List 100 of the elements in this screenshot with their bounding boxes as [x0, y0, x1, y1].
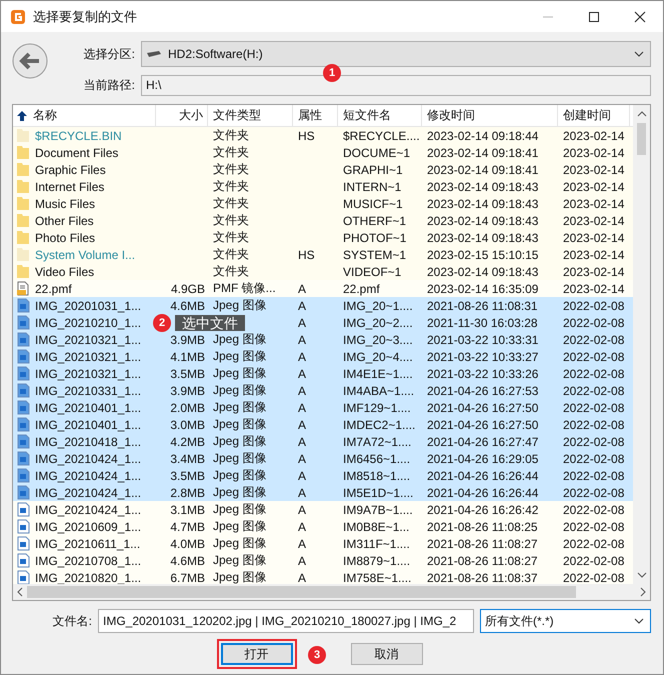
- maximize-icon[interactable]: [588, 10, 600, 22]
- column-header[interactable]: 大小: [156, 105, 208, 126]
- table-cell: DOCUME~1: [343, 146, 410, 160]
- table-cell: IM758E~1....: [343, 570, 412, 584]
- table-cell: IMDEC2~1....: [343, 418, 416, 432]
- table-cell: 3.5MB: [170, 366, 205, 380]
- file-row[interactable]: Other Files 文件夹 OTHERF~1 2023-02-14 09:18:43 2023-02-14: [13, 212, 633, 229]
- table-cell: 2021-08-26 11:08:31: [427, 298, 538, 312]
- table-cell: A: [298, 570, 306, 584]
- table-cell: Jpeg 图像: [213, 535, 266, 552]
- image-file-icon: [16, 553, 30, 568]
- table-cell: IM7A72~1....: [343, 434, 412, 448]
- partition-dropdown[interactable]: HD2:Software(H:): [141, 41, 651, 67]
- scroll-left-icon[interactable]: [17, 587, 23, 597]
- table-cell: IM4E1E~1....: [343, 366, 413, 380]
- table-cell: 6.7MB: [170, 570, 205, 584]
- table-cell: A: [298, 298, 306, 312]
- table-cell: 2021-04-26 16:29:05: [427, 452, 538, 466]
- scrollbar-thumb[interactable]: [27, 586, 576, 598]
- scroll-right-icon[interactable]: [640, 587, 646, 597]
- file-row[interactable]: IMG_20210708_1... 4.6MB Jpeg 图像 A IM8879~1.... 2021-08-26 11:08:27 2022-02-08: [13, 552, 633, 569]
- table-cell: Jpeg 图像: [213, 399, 266, 416]
- file-row[interactable]: 22.pmf 4.9GB PMF 镜像... A 22.pmf 2023-02-14 16:35:09 2023-02-14: [13, 280, 633, 297]
- table-cell: 文件夹: [213, 229, 249, 246]
- filename-field[interactable]: IMG_20201031_120202.jpg | IMG_20210210_180027.jpg | IMG_2: [98, 609, 474, 633]
- file-row[interactable]: Document Files 文件夹 DOCUME~1 2023-02-14 09:18:41 2023-02-14: [13, 144, 633, 161]
- column-header[interactable]: 文件类型: [208, 105, 293, 126]
- column-header[interactable]: 属性: [293, 105, 338, 126]
- file-row[interactable]: IMG_20201031_1... 4.6MB Jpeg 图像 A IMG_20~1.... 2021-08-26 11:08:31 2022-02-08: [13, 297, 633, 314]
- file-row[interactable]: Internet Files 文件夹 INTERN~1 2023-02-14 09:18:43 2023-02-14: [13, 178, 633, 195]
- file-row[interactable]: IMG_20210611_1... 4.0MB Jpeg 图像 A IM311F~1.... 2021-08-26 11:08:27 2022-02-08: [13, 535, 633, 552]
- file-row[interactable]: IMG_20210820_1... 6.7MB Jpeg 图像 A IM758E~1.... 2021-08-26 11:08:37 2022-02-08: [13, 569, 633, 584]
- file-row[interactable]: IMG_20210424_1... 3.1MB Jpeg 图像 A IM9A7B~1.... 2021-04-26 16:26:42 2022-02-08: [13, 501, 633, 518]
- file-row[interactable]: $RECYCLE.BIN 文件夹 HS $RECYCLE.... 2023-02-14 09:18:44 2023-02-14: [13, 127, 633, 144]
- image-file-icon: [16, 570, 30, 584]
- tooltip: 选中文件: [175, 315, 245, 331]
- table-cell: 2022-02-08: [563, 434, 624, 448]
- table-cell: 2021-04-26 16:26:44: [427, 468, 538, 482]
- dialog-button[interactable]: 取消: [350, 643, 422, 665]
- path-field[interactable]: H:\: [141, 75, 651, 96]
- image-file-icon: [16, 502, 30, 517]
- file-row[interactable]: Photo Files 文件夹 PHOTOF~1 2023-02-14 09:18:43 2023-02-14: [13, 229, 633, 246]
- file-name: $RECYCLE.BIN: [35, 128, 122, 142]
- table-cell: Jpeg 图像: [213, 501, 266, 518]
- file-name: Video Files: [35, 264, 94, 278]
- file-row[interactable]: IMG_20210418_1... 4.2MB Jpeg 图像 A IM7A72~1.... 2021-04-26 16:27:47 2022-02-08: [13, 433, 633, 450]
- file-row[interactable]: IMG_20210331_1... 3.9MB Jpeg 图像 A IM4ABA~1.... 2021-04-26 16:27:53 2022-02-08: [13, 382, 633, 399]
- dialog-button[interactable]: 打开: [220, 643, 292, 665]
- file-type-dropdown[interactable]: 所有文件(*.*): [480, 609, 651, 633]
- table-cell: 2021-04-26 16:27:53: [427, 384, 538, 398]
- close-icon[interactable]: [634, 10, 646, 22]
- file-row[interactable]: IMG_20210321_1... 3.9MB Jpeg 图像 A IMG_20~3.... 2021-03-22 10:33:31 2022-02-08: [13, 331, 633, 348]
- table-cell: 2023-02-14 09:18:43: [427, 196, 538, 210]
- table-cell: 2023-02-14: [563, 230, 624, 244]
- table-cell: 2023-02-14 09:18:41: [427, 162, 538, 176]
- file-row[interactable]: IMG_20210424_1... 3.5MB Jpeg 图像 A IM8518~1.... 2021-04-26 16:26:44 2022-02-08: [13, 467, 633, 484]
- file-name: IMG_20210418_1...: [35, 434, 142, 448]
- scroll-down-icon[interactable]: [636, 572, 646, 578]
- table-cell: 2021-04-26 16:27:50: [427, 418, 538, 432]
- table-cell: VIDEOF~1: [343, 264, 402, 278]
- table-cell: 2021-08-26 11:08:27: [427, 536, 538, 550]
- table-cell: 3.9MB: [170, 384, 205, 398]
- table-cell: 2022-02-08: [563, 452, 624, 466]
- column-header[interactable]: 修改时间: [422, 105, 558, 126]
- table-cell: 2023-02-14: [563, 128, 624, 142]
- back-icon[interactable]: [12, 43, 48, 79]
- column-header[interactable]: 短文件名: [338, 105, 422, 126]
- file-name: Music Files: [35, 196, 96, 210]
- file-row[interactable]: IMG_20210424_1... 3.4MB Jpeg 图像 A IM6456~1.... 2021-04-26 16:29:05 2022-02-08: [13, 450, 633, 467]
- folder-icon: [16, 247, 30, 262]
- table-cell: 文件夹: [213, 144, 249, 161]
- table-cell: Jpeg 图像: [213, 297, 266, 314]
- scrollbar-thumb[interactable]: [637, 123, 646, 155]
- file-row[interactable]: Music Files 文件夹 MUSICF~1 2023-02-14 09:18:43 2023-02-14: [13, 195, 633, 212]
- image-file-icon: [16, 536, 30, 551]
- file-row[interactable]: IMG_20210321_1... 3.5MB Jpeg 图像 A IM4E1E~1.... 2021-03-22 10:33:26 2022-02-08: [13, 365, 633, 382]
- file-row[interactable]: IMG_20210401_1... 2.0MB Jpeg 图像 A IMF129~1.... 2021-04-26 16:27:50 2022-02-08: [13, 399, 633, 416]
- up-arrow-icon: [16, 110, 28, 122]
- table-cell: 2021-04-26 16:26:44: [427, 486, 538, 500]
- file-row[interactable]: Video Files 文件夹 VIDEOF~1 2023-02-14 09:18:43 2023-02-14: [13, 263, 633, 280]
- table-cell: HS: [298, 128, 315, 142]
- table-cell: Jpeg 图像: [213, 467, 266, 484]
- column-header[interactable]: 名称: [13, 105, 156, 126]
- file-name: IMG_20210424_1...: [35, 486, 142, 500]
- file-name: IMG_20210609_1...: [35, 520, 142, 534]
- table-cell: 2022-02-08: [563, 520, 624, 534]
- file-row[interactable]: IMG_20210401_1... 3.0MB Jpeg 图像 A IMDEC2~1.... 2021-04-26 16:27:50 2022-02-08: [13, 416, 633, 433]
- table-cell: Jpeg 图像: [213, 569, 266, 584]
- image-file-icon: [16, 434, 30, 449]
- table-cell: 2023-02-14: [563, 146, 624, 160]
- file-name: 22.pmf: [35, 282, 72, 296]
- file-row[interactable]: IMG_20210609_1... 4.7MB Jpeg 图像 A IM0B8E~1... 2021-08-26 11:08:25 2022-02-08: [13, 518, 633, 535]
- file-row[interactable]: IMG_20210321_1... 4.1MB Jpeg 图像 A IMG_20~4.... 2021-03-22 10:33:27 2022-02-08: [13, 348, 633, 365]
- table-cell: A: [298, 282, 306, 296]
- column-header[interactable]: 创建时间: [558, 105, 630, 126]
- file-row[interactable]: Graphic Files 文件夹 GRAPHI~1 2023-02-14 09:18:41 2023-02-14: [13, 161, 633, 178]
- file-row[interactable]: System Volume I... 文件夹 HS SYSTEM~1 2023-02-15 15:10:15 2023-02-14: [13, 246, 633, 263]
- file-row[interactable]: IMG_20210424_1... 2.8MB Jpeg 图像 A IM5E1D~1.... 2021-04-26 16:26:44 2022-02-08: [13, 484, 633, 501]
- scroll-up-icon[interactable]: [636, 111, 646, 117]
- table-cell: 4.6MB: [170, 298, 205, 312]
